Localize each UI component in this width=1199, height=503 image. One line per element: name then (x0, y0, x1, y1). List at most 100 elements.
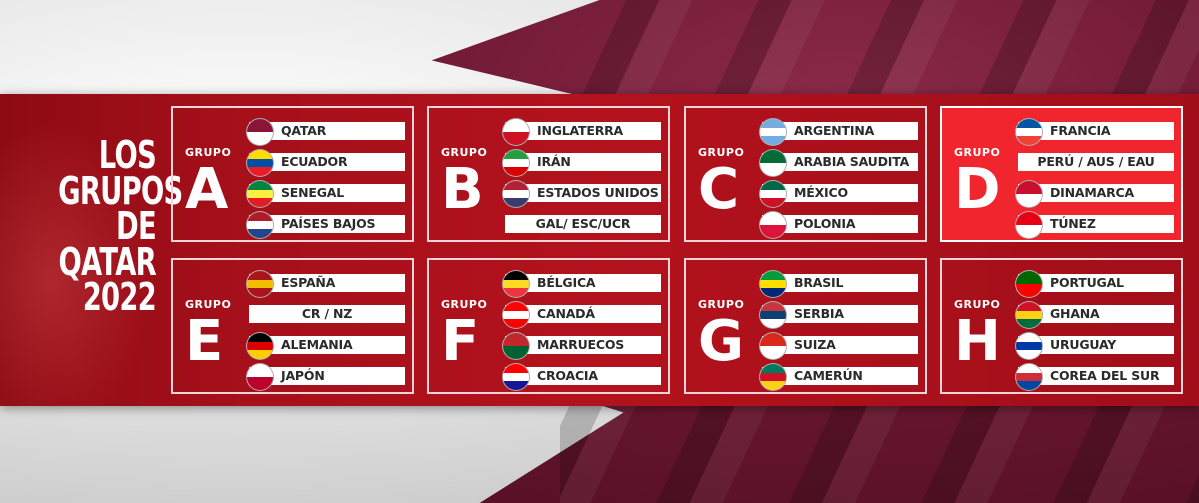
team-row: IRÁN (502, 149, 661, 177)
ghana-flag-icon (1015, 301, 1043, 329)
croatia-flag-icon (502, 363, 530, 391)
group-letter: G (698, 309, 744, 374)
team-row: ALEMANIA (246, 332, 405, 360)
group-letter: D (954, 157, 1001, 222)
team-name: PAÍSES BAJOS (281, 216, 376, 231)
group-f: GRUPO F BÉLGICA CANADÁ MARRUECOS CROACIA (427, 258, 670, 394)
team-row: SUIZA (759, 332, 918, 360)
mexico-flag-icon (759, 180, 787, 208)
team-row: URUGUAY (1015, 332, 1174, 360)
argentina-flag-icon (759, 118, 787, 146)
team-row: CROACIA (502, 363, 661, 391)
group-h: GRUPO H PORTUGAL GHANA URUGUAY COREA DEL SUR (940, 258, 1183, 394)
team-name: ALEMANIA (281, 337, 353, 352)
team-row: POLONIA (759, 211, 918, 239)
team-row: GHANA (1015, 301, 1174, 329)
group-g: GRUPO G BRASIL SERBIA SUIZA CAMERÚN (684, 258, 927, 394)
team-name: ARABIA SAUDITA (794, 154, 910, 169)
portugal-flag-icon (1015, 270, 1043, 298)
group-d: GRUPO D FRANCIA PERÚ / AUS / EAU DINAMARCA TÚ… (940, 106, 1183, 242)
ecuador-flag-icon (246, 149, 274, 177)
team-row: MÉXICO (759, 180, 918, 208)
group-b: GRUPO B INGLATERRA IRÁN ESTADOS UNIDOS GAL/ E… (427, 106, 670, 242)
team-row: PAÍSES BAJOS (246, 211, 405, 239)
team-name: QATAR (281, 123, 327, 138)
team-name: CROACIA (537, 368, 598, 383)
cameroon-flag-icon (759, 363, 787, 391)
team-name: IRÁN (537, 154, 571, 169)
uruguay-flag-icon (1015, 332, 1043, 360)
netherlands-flag-icon (246, 211, 274, 239)
qatar-flag-icon (246, 118, 274, 146)
group-letter: C (698, 157, 740, 222)
group-a: GRUPO A QATAR ECUADOR SENEGAL PAÍSES BAJOS (171, 106, 414, 242)
team-name: GHANA (1050, 306, 1100, 321)
team-name: COREA DEL SUR (1050, 368, 1160, 383)
team-row: QATAR (246, 118, 405, 146)
england-flag-icon (502, 118, 530, 146)
iran-flag-icon (502, 149, 530, 177)
group-e: GRUPO E ESPAÑA CR / NZ ALEMANIA JAPÓN (171, 258, 414, 394)
team-name: URUGUAY (1050, 337, 1117, 352)
team-name: CR / NZ (301, 306, 353, 321)
team-name: ESPAÑA (281, 275, 336, 290)
team-row: BÉLGICA (502, 270, 661, 298)
germany-flag-icon (246, 332, 274, 360)
team-row: SERBIA (759, 301, 918, 329)
team-name: GAL/ ESC/UCR (535, 216, 631, 231)
team-row: ARABIA SAUDITA (759, 149, 918, 177)
group-c: GRUPO C ARGENTINA ARABIA SAUDITA MÉXICO POLON… (684, 106, 927, 242)
headline-line: 2022 (82, 275, 157, 319)
team-name: ECUADOR (281, 154, 348, 169)
denmark-flag-icon (1015, 180, 1043, 208)
team-name: INGLATERRA (537, 123, 624, 138)
team-row: CAMERÚN (759, 363, 918, 391)
team-row: INGLATERRA (502, 118, 661, 146)
team-row: MARRUECOS (502, 332, 661, 360)
tunisia-flag-icon (1015, 211, 1043, 239)
team-name: ESTADOS UNIDOS (537, 185, 659, 200)
team-row: FRANCIA (1015, 118, 1174, 146)
poland-flag-icon (759, 211, 787, 239)
team-row: PERÚ / AUS / EAU (1018, 153, 1174, 171)
group-letter: H (954, 309, 1001, 374)
saudi-arabia-flag-icon (759, 149, 787, 177)
team-row: CR / NZ (249, 305, 405, 323)
team-name: FRANCIA (1050, 123, 1111, 138)
team-row: ESTADOS UNIDOS (502, 180, 661, 208)
team-row: CANADÁ (502, 301, 661, 329)
team-name: JAPÓN (281, 368, 325, 383)
group-letter: E (185, 309, 224, 374)
group-letter: B (441, 157, 484, 222)
team-row: ARGENTINA (759, 118, 918, 146)
brazil-flag-icon (759, 270, 787, 298)
team-name: CAMERÚN (794, 368, 863, 383)
team-name: CANADÁ (537, 306, 595, 321)
team-row: ESPAÑA (246, 270, 405, 298)
group-letter: F (441, 309, 480, 374)
team-name: MARRUECOS (537, 337, 625, 352)
team-row: GAL/ ESC/UCR (505, 215, 661, 233)
senegal-flag-icon (246, 180, 274, 208)
morocco-flag-icon (502, 332, 530, 360)
usa-flag-icon (502, 180, 530, 208)
japan-flag-icon (246, 363, 274, 391)
headline: LOS GRUPOS DE QATAR 2022 (58, 136, 183, 319)
group-letter: A (185, 157, 229, 222)
team-name: PORTUGAL (1050, 275, 1124, 290)
south-korea-flag-icon (1015, 363, 1043, 391)
spain-flag-icon (246, 270, 274, 298)
team-name: BRASIL (794, 275, 844, 290)
team-row: ECUADOR (246, 149, 405, 177)
team-row: PORTUGAL (1015, 270, 1174, 298)
team-name: SENEGAL (281, 185, 345, 200)
switzerland-flag-icon (759, 332, 787, 360)
belgium-flag-icon (502, 270, 530, 298)
team-row: COREA DEL SUR (1015, 363, 1174, 391)
team-name: POLONIA (794, 216, 856, 231)
canada-flag-icon (502, 301, 530, 329)
serbia-flag-icon (759, 301, 787, 329)
team-name: PERÚ / AUS / EAU (1037, 154, 1155, 169)
team-row: JAPÓN (246, 363, 405, 391)
team-name: TÚNEZ (1050, 216, 1096, 231)
